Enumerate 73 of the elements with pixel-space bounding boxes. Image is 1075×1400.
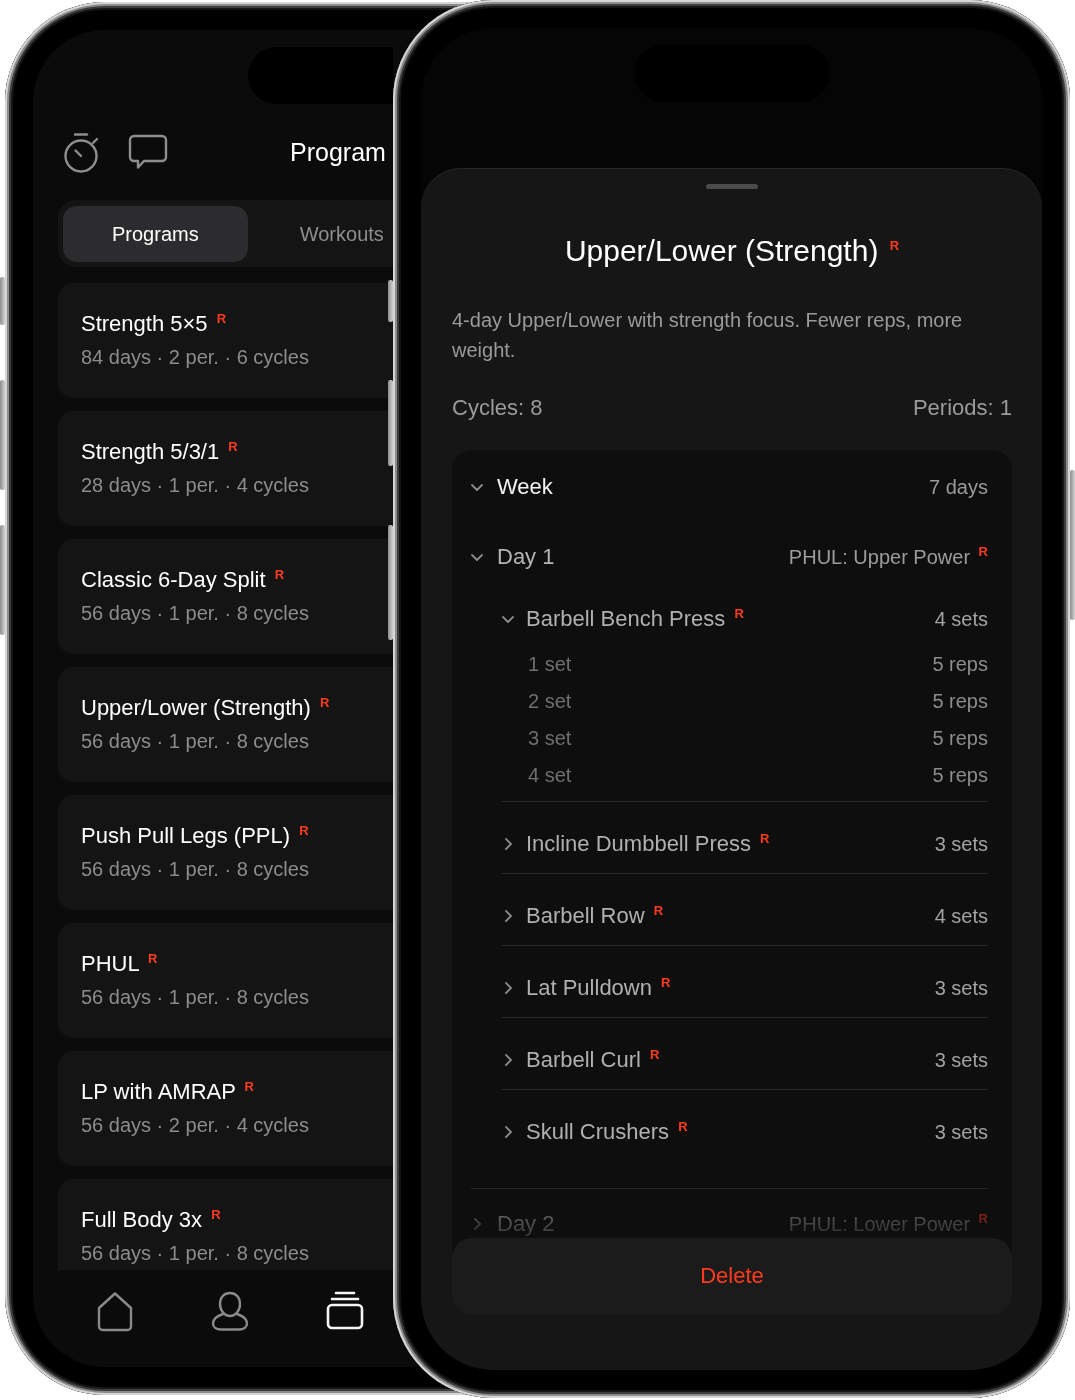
set-count: 3 sets: [934, 976, 988, 1000]
grabber-handle[interactable]: [706, 184, 758, 189]
workout-name: PHUL: Lower Power $^{R}$: [788, 1212, 988, 1236]
exercise-name: Incline Dumbbell Press $^{R}$: [526, 831, 770, 857]
person-icon[interactable]: [209, 1290, 250, 1332]
set-label: 2 set: [528, 690, 572, 713]
workout-name: PHUL: Upper Power $^{R}$: [788, 545, 988, 569]
chevron-down-icon[interactable]: [471, 483, 483, 491]
program-card[interactable]: Upper/Lower (Strength) $^{R}$ 56 days · 1 per. · 8 cycles: [58, 667, 393, 782]
rep-count: 5 reps: [932, 727, 988, 750]
phone-side-key: [0, 277, 5, 325]
program-card[interactable]: Strength 5×5 $^{R}$ 84 days · 2 per. · 6 cycles: [58, 283, 393, 398]
program-summary: 56 days · 1 per. · 8 cycles: [81, 601, 309, 626]
exercise-name: Lat Pulldown $^{R}$: [526, 975, 671, 1001]
program-summary: 56 days · 1 per. · 8 cycles: [81, 729, 309, 754]
section-title: Week: [497, 474, 553, 500]
description-text: 4-day Upper/Lower with strength focus. Fewer reps, more weight.: [452, 308, 964, 363]
set-count: 4 sets: [934, 607, 988, 631]
chevron-right-icon[interactable]: [504, 1126, 512, 1138]
program-summary: 84 days · 2 per. · 6 cycles: [81, 345, 309, 370]
program-card[interactable]: LP with AMRAP $^{R}$ 56 days · 2 per. · 4 cycles: [58, 1051, 393, 1166]
program-title: Strength 5/3/1 $^{R}$: [81, 437, 238, 466]
program-title: Strength 5×5 $^{R}$: [81, 309, 227, 338]
program-card[interactable]: Full Body 3x $^{R}$ 56 days · 1 per. · 8 cycles: [58, 1179, 393, 1270]
phone-side-key: [388, 280, 393, 322]
set-label: 4 set: [528, 764, 572, 787]
exercise-name: Barbell Curl $^{R}$: [526, 1047, 660, 1073]
rep-count: 5 reps: [932, 653, 988, 676]
program-title: Upper/Lower (Strength) $^{R}$: [81, 693, 330, 722]
program-summary: 56 days · 1 per. · 8 cycles: [81, 857, 309, 882]
exercise-name: Skull Crushers $^{R}$: [526, 1119, 688, 1145]
set-count: 3 sets: [934, 1048, 988, 1072]
segment-tab[interactable]: Programs: [63, 206, 248, 262]
chevron-right-icon[interactable]: [504, 910, 512, 922]
program-title: LP with AMRAP $^{R}$: [81, 1077, 254, 1106]
rep-count: 5 reps: [932, 690, 988, 713]
set-count: 3 sets: [934, 832, 988, 856]
program-card[interactable]: Classic 6-Day Split $^{R}$ 56 days · 1 per. · 8 cycles: [58, 539, 393, 654]
chevron-right-icon[interactable]: [504, 982, 512, 994]
program-title: Full Body 3x $^{R}$: [81, 1205, 221, 1234]
program-card[interactable]: PHUL $^{R}$ 56 days · 1 per. · 8 cycles: [58, 923, 393, 1038]
program-summary: 56 days · 1 per. · 8 cycles: [81, 1241, 309, 1266]
program-summary: 56 days · 1 per. · 8 cycles: [81, 985, 309, 1010]
program-summary: 56 days · 2 per. · 4 cycles: [81, 1113, 309, 1138]
stack-icon[interactable]: [325, 1290, 364, 1330]
program-title: Classic 6-Day Split $^{R}$: [81, 565, 285, 594]
program-title: PHUL $^{R}$: [81, 949, 158, 978]
sheet-title: Upper/Lower (Strength) $^{R}$: [564, 233, 900, 269]
segment-tab[interactable]: Workouts: [250, 206, 384, 262]
chat-bubble-icon[interactable]: [128, 134, 168, 170]
rep-count: 5 reps: [932, 764, 988, 787]
chevron-down-icon[interactable]: [471, 553, 483, 561]
exercise-name: Barbell Row $^{R}$: [526, 903, 664, 929]
program-card[interactable]: Strength 5/3/1 $^{R}$ 28 days · 1 per. · 4 cycles: [58, 411, 393, 526]
periods-label: Periods: 1: [912, 394, 1012, 422]
day-title: Day 2: [497, 1211, 555, 1237]
program-title: Push Pull Legs (PPL) $^{R}$: [81, 821, 309, 850]
program-card[interactable]: Push Pull Legs (PPL) $^{R}$ 56 days · 1 per. · 8 cycles: [58, 795, 393, 910]
day-title: Day 1: [497, 544, 555, 570]
set-label: 1 set: [528, 653, 572, 676]
cycles-label: Cycles: 8: [452, 394, 543, 422]
page-title: Program: [290, 137, 386, 167]
delete-button[interactable]: Delete: [452, 1238, 1012, 1314]
program-summary: 28 days · 1 per. · 4 cycles: [81, 473, 309, 498]
set-count: 3 sets: [934, 1120, 988, 1144]
chevron-right-icon[interactable]: [504, 1054, 512, 1066]
chevron-down-icon[interactable]: [502, 615, 514, 623]
chevron-right-icon[interactable]: [504, 838, 512, 850]
stopwatch-icon[interactable]: [62, 131, 100, 173]
set-count: 4 sets: [934, 904, 988, 928]
duration-label: 7 days: [929, 475, 988, 499]
set-label: 3 set: [528, 727, 572, 750]
exercise-name: Barbell Bench Press $^{R}$: [526, 606, 744, 632]
